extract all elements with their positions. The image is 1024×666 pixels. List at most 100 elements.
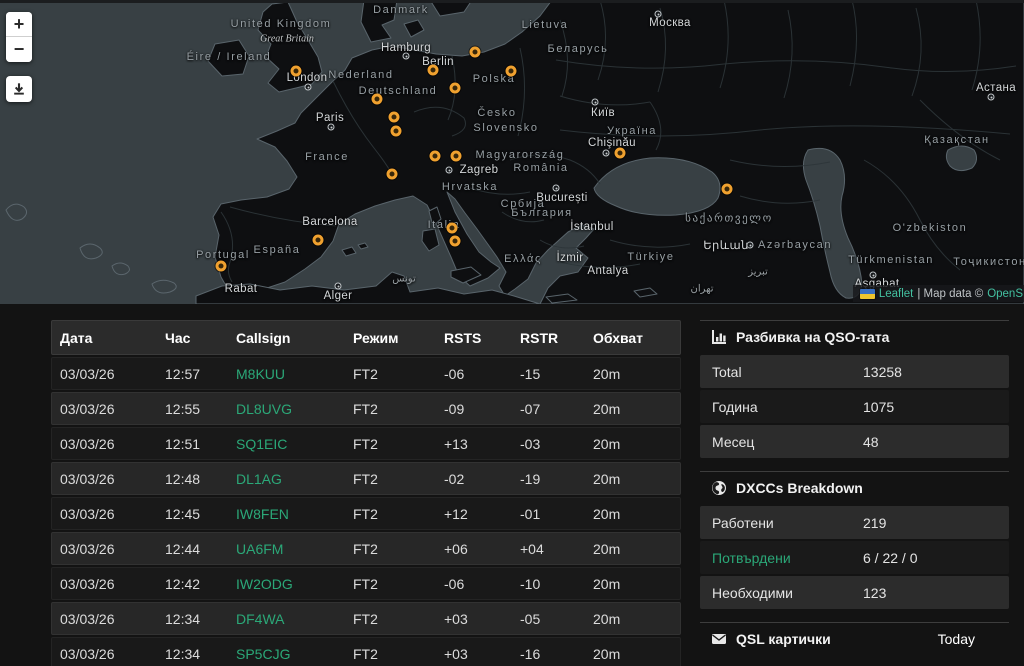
cell-callsign[interactable]: IW8FEN <box>228 506 345 522</box>
stat-label: Година <box>712 399 863 415</box>
qso-marker[interactable] <box>430 151 441 162</box>
cell-rsts: +03 <box>436 646 512 662</box>
cell-rsts: -06 <box>436 576 512 592</box>
cell-time: 12:48 <box>157 471 228 487</box>
map-canvas[interactable] <box>0 0 1024 304</box>
stat-row: Година1075 <box>700 390 1009 423</box>
map-city-dot <box>592 99 599 106</box>
cell-mode: FT2 <box>345 611 436 627</box>
qso-marker[interactable] <box>450 83 461 94</box>
cell-band: 20m <box>585 401 682 417</box>
qso-breakdown-section: Разбивка на QSO-тата Total13258Година107… <box>700 320 1009 458</box>
qso-marker[interactable] <box>216 261 227 272</box>
cell-date: 03/03/26 <box>52 541 157 557</box>
cell-mode: FT2 <box>345 646 436 662</box>
cell-rstr: -10 <box>512 576 585 592</box>
qso-marker[interactable] <box>428 65 439 76</box>
section-title-text: DXCCs Breakdown <box>736 480 863 496</box>
qso-marker[interactable] <box>447 223 458 234</box>
cell-callsign[interactable]: DF4WA <box>228 611 345 627</box>
qso-marker[interactable] <box>291 66 302 77</box>
stat-label[interactable]: Потвърдени <box>712 550 863 566</box>
cell-callsign[interactable]: DL1AG <box>228 471 345 487</box>
cell-callsign[interactable]: IW2ODG <box>228 576 345 592</box>
zoom-in-button[interactable]: + <box>6 12 32 37</box>
qso-marker[interactable] <box>722 184 733 195</box>
cell-callsign[interactable]: UA6FM <box>228 541 345 557</box>
map-city-dot <box>328 124 335 131</box>
qso-marker[interactable] <box>470 47 481 58</box>
qso-dashboard: United KingdomGreat BritainÉire / Irelan… <box>0 0 1024 666</box>
cell-date: 03/03/26 <box>52 366 157 382</box>
table-row: 03/03/2612:48DL1AGFT2-02-1920m <box>51 462 681 495</box>
cell-rstr: -03 <box>512 436 585 452</box>
stats-panel: Разбивка на QSO-тата Total13258Година107… <box>700 320 1009 655</box>
log-table-body: 03/03/2612:57M8KUUFT2-06-1520m03/03/2612… <box>51 357 681 666</box>
column-header-mode: Режим <box>345 330 436 346</box>
qso-marker[interactable] <box>506 66 517 77</box>
map-city-dot <box>988 94 995 101</box>
cell-date: 03/03/26 <box>52 576 157 592</box>
attribution-text: | Map data © <box>917 288 983 300</box>
map-attribution: Leaflet | Map data © OpenS <box>853 285 1024 302</box>
zoom-out-button[interactable]: − <box>6 37 32 62</box>
qso-log-table: ДатаЧасCallsignРежимRSTSRSTRОбхват 03/03… <box>51 320 681 666</box>
cell-rsts: -02 <box>436 471 512 487</box>
cell-time: 12:57 <box>157 366 228 382</box>
qso-marker[interactable] <box>313 235 324 246</box>
qso-marker[interactable] <box>389 112 400 123</box>
cell-date: 03/03/26 <box>52 646 157 662</box>
cell-callsign[interactable]: SQ1EIC <box>228 436 345 452</box>
map-city-dot <box>603 150 610 157</box>
qsl-title: QSL картички <box>736 631 831 647</box>
table-row: 03/03/2612:34SP5CJGFT2+03-1620m <box>51 637 681 666</box>
cell-date: 03/03/26 <box>52 471 157 487</box>
map-city-dot <box>403 53 410 60</box>
map-city-dot <box>747 242 754 249</box>
cell-callsign[interactable]: DL8UVG <box>228 401 345 417</box>
cell-rstr: -15 <box>512 366 585 382</box>
cell-band: 20m <box>585 366 682 382</box>
qso-marker[interactable] <box>387 169 398 180</box>
stat-label: Необходими <box>712 585 863 601</box>
map-edge <box>0 0 1024 3</box>
map-city-dot <box>870 272 877 279</box>
map-city-dot <box>335 283 342 290</box>
cell-rstr: -16 <box>512 646 585 662</box>
column-header-rsts: RSTS <box>436 330 512 346</box>
qso-marker[interactable] <box>615 148 626 159</box>
cell-callsign[interactable]: M8KUU <box>228 366 345 382</box>
download-button[interactable] <box>6 76 32 102</box>
download-icon <box>12 82 26 96</box>
cell-callsign[interactable]: SP5CJG <box>228 646 345 662</box>
cell-rsts: +03 <box>436 611 512 627</box>
map[interactable]: United KingdomGreat BritainÉire / Irelan… <box>0 0 1024 304</box>
table-row: 03/03/2612:51SQ1EICFT2+13-0320m <box>51 427 681 460</box>
cell-rstr: -01 <box>512 506 585 522</box>
osm-link[interactable]: OpenS <box>987 288 1023 300</box>
table-row: 03/03/2612:34DF4WAFT2+03-0520m <box>51 602 681 635</box>
leaflet-link[interactable]: Leaflet <box>879 288 914 300</box>
table-row: 03/03/2612:45IW8FENFT2+12-0120m <box>51 497 681 530</box>
cell-band: 20m <box>585 506 682 522</box>
qso-marker[interactable] <box>391 126 402 137</box>
cell-rstr: -07 <box>512 401 585 417</box>
qso-marker[interactable] <box>372 94 383 105</box>
cell-date: 03/03/26 <box>52 436 157 452</box>
qso-marker[interactable] <box>450 236 461 247</box>
cell-mode: FT2 <box>345 401 436 417</box>
map-city-dot <box>553 185 560 192</box>
qso-marker[interactable] <box>451 151 462 162</box>
cell-time: 12:34 <box>157 611 228 627</box>
column-header-date: Дата <box>52 330 157 346</box>
stat-label: Месец <box>712 434 863 450</box>
stat-value: 13258 <box>863 364 1009 380</box>
chart-icon <box>711 329 727 345</box>
table-row: 03/03/2612:42IW2ODGFT2-06-1020m <box>51 567 681 600</box>
cell-date: 03/03/26 <box>52 506 157 522</box>
globe-icon <box>711 480 727 496</box>
envelope-icon <box>711 631 727 647</box>
cell-band: 20m <box>585 541 682 557</box>
stat-value: 219 <box>863 515 1009 531</box>
cell-time: 12:55 <box>157 401 228 417</box>
